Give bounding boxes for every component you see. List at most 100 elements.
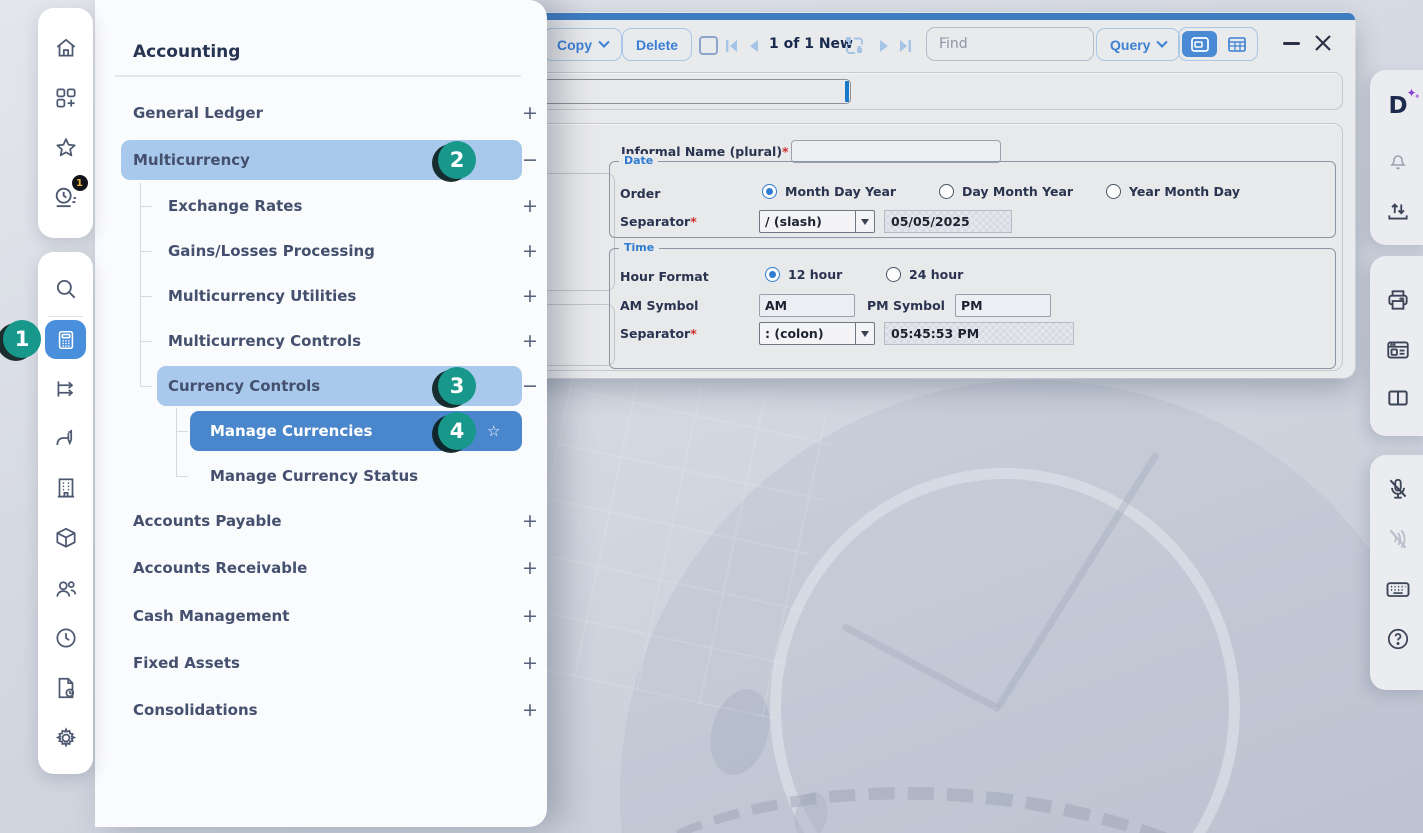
- time-icon[interactable]: [53, 625, 79, 651]
- tree-line: [140, 341, 152, 342]
- watermark-dot: [701, 682, 779, 782]
- tree-line: [176, 476, 188, 477]
- collapse-icon: −: [520, 375, 540, 397]
- grid-view-button[interactable]: [1219, 31, 1254, 57]
- copy-label: Copy: [557, 37, 592, 53]
- copy-button[interactable]: Copy: [543, 28, 622, 61]
- time-preview-field: 05:45:53 PM: [884, 322, 1074, 345]
- time-fieldset: Time Hour Format 12 hour 24 hour AM Symb…: [609, 248, 1336, 369]
- form-window-icon[interactable]: [1385, 337, 1411, 363]
- view-toggle: [1178, 27, 1258, 61]
- hour-format-label: Hour Format: [620, 269, 709, 284]
- accounting-module-button[interactable]: [45, 320, 86, 359]
- radio-icon: [886, 267, 901, 282]
- voice-off-icon[interactable]: [1385, 526, 1411, 552]
- menu-item-gains-losses-processing[interactable]: Gains/Losses Processing +: [157, 231, 521, 271]
- expand-icon: +: [520, 102, 540, 124]
- left-rail-top: 1: [38, 8, 93, 238]
- reports-icon[interactable]: [53, 675, 79, 701]
- form-view-button[interactable]: [1182, 31, 1217, 57]
- help-icon[interactable]: [1385, 626, 1411, 652]
- search-icon[interactable]: [53, 276, 79, 302]
- first-record-button[interactable]: [724, 38, 740, 54]
- time-legend: Time: [619, 241, 659, 254]
- contacts-icon[interactable]: [53, 576, 79, 602]
- favorite-star-icon[interactable]: ☆: [487, 422, 500, 440]
- time-separator-select[interactable]: : (colon): [759, 322, 875, 345]
- sparkle-icon: ✦: [1414, 92, 1421, 101]
- menu-title: Accounting: [133, 42, 240, 62]
- menu-item-accounts-receivable[interactable]: Accounts Receivable +: [121, 548, 521, 588]
- tree-line: [140, 386, 152, 387]
- expand-icon: +: [520, 510, 540, 532]
- watermark-clock-ring: [770, 468, 1240, 833]
- delete-button[interactable]: Delete: [622, 28, 692, 61]
- menu-item-manage-currency-status[interactable]: Manage Currency Status: [190, 456, 522, 496]
- radio-month-day-year[interactable]: Month Day Year: [762, 184, 896, 199]
- radio-24-hour[interactable]: 24 hour: [886, 267, 963, 282]
- rail-divider: [48, 316, 83, 317]
- home-icon[interactable]: [53, 35, 79, 61]
- minimize-button[interactable]: [1283, 42, 1300, 45]
- expand-icon: +: [520, 285, 540, 307]
- menu-item-multicurrency-utilities[interactable]: Multicurrency Utilities +: [157, 276, 521, 316]
- app-screen: Copy Delete 1 of 1 New: [0, 0, 1423, 833]
- expand-icon: +: [520, 652, 540, 674]
- query-button[interactable]: Query: [1096, 28, 1180, 61]
- import-export-icon[interactable]: [1385, 198, 1411, 224]
- menu-item-multicurrency-controls[interactable]: Multicurrency Controls +: [157, 321, 521, 361]
- signature-icon[interactable]: [53, 425, 79, 451]
- history-badge: 1: [72, 175, 88, 191]
- next-record-button[interactable]: [876, 38, 892, 54]
- date-preview-field: 05/05/2025: [884, 210, 1012, 233]
- assistant-button[interactable]: D✦✦: [1388, 93, 1407, 119]
- right-rail-top: D✦✦: [1370, 70, 1423, 245]
- tree-line: [140, 183, 141, 386]
- settings-icon[interactable]: [53, 725, 79, 751]
- favorites-icon[interactable]: [53, 135, 79, 161]
- pm-symbol-input[interactable]: [955, 294, 1051, 317]
- date-separator-select[interactable]: / (slash): [759, 210, 875, 233]
- am-symbol-label: AM Symbol: [620, 298, 698, 313]
- menu-item-cash-management[interactable]: Cash Management +: [121, 596, 521, 636]
- menu-item-general-ledger[interactable]: General Ledger +: [121, 93, 521, 133]
- informal-name-input[interactable]: [791, 140, 1001, 163]
- am-symbol-input[interactable]: [759, 294, 855, 317]
- apps-icon[interactable]: [53, 85, 79, 111]
- previous-record-button[interactable]: [746, 38, 762, 54]
- close-button[interactable]: [1312, 32, 1334, 54]
- radio-day-month-year[interactable]: Day Month Year: [939, 184, 1073, 199]
- watermark-clock-hand: [995, 451, 1160, 709]
- collapse-icon: −: [520, 149, 540, 171]
- find-input[interactable]: [926, 27, 1094, 61]
- radio-year-month-day[interactable]: Year Month Day: [1106, 184, 1240, 199]
- expand-icon: +: [520, 195, 540, 217]
- menu-item-consolidations[interactable]: Consolidations +: [121, 690, 521, 730]
- last-record-button[interactable]: [897, 38, 913, 54]
- watermark-grid: [511, 360, 840, 719]
- radio-icon: [939, 184, 954, 199]
- microphone-off-icon[interactable]: [1385, 476, 1411, 502]
- menu-item-exchange-rates[interactable]: Exchange Rates +: [157, 186, 521, 226]
- radio-12-hour[interactable]: 12 hour: [765, 267, 842, 282]
- radio-icon: [1106, 184, 1121, 199]
- menu-item-accounts-payable[interactable]: Accounts Payable +: [121, 501, 521, 541]
- menu-item-fixed-assets[interactable]: Fixed Assets +: [121, 643, 521, 683]
- inventory-icon[interactable]: [53, 525, 79, 551]
- keyboard-icon[interactable]: [1384, 575, 1412, 603]
- select-record-checkbox[interactable]: [699, 36, 718, 55]
- tree-line: [140, 206, 152, 207]
- expand-icon: +: [520, 699, 540, 721]
- company-icon[interactable]: [53, 475, 79, 501]
- notifications-icon[interactable]: [1386, 148, 1410, 172]
- history-icon[interactable]: 1: [52, 184, 80, 212]
- refresh-icon[interactable]: [844, 35, 865, 56]
- distribution-icon[interactable]: [53, 376, 79, 402]
- print-icon[interactable]: [1385, 287, 1411, 313]
- navigation-menu-panel: Accounting General Ledger + Multicurrenc…: [95, 0, 547, 827]
- split-view-icon[interactable]: [1385, 385, 1411, 411]
- dropdown-arrow-icon: [855, 211, 874, 232]
- tree-line: [176, 431, 188, 432]
- tree-line: [176, 408, 177, 476]
- step-badge-2: 2: [438, 141, 476, 179]
